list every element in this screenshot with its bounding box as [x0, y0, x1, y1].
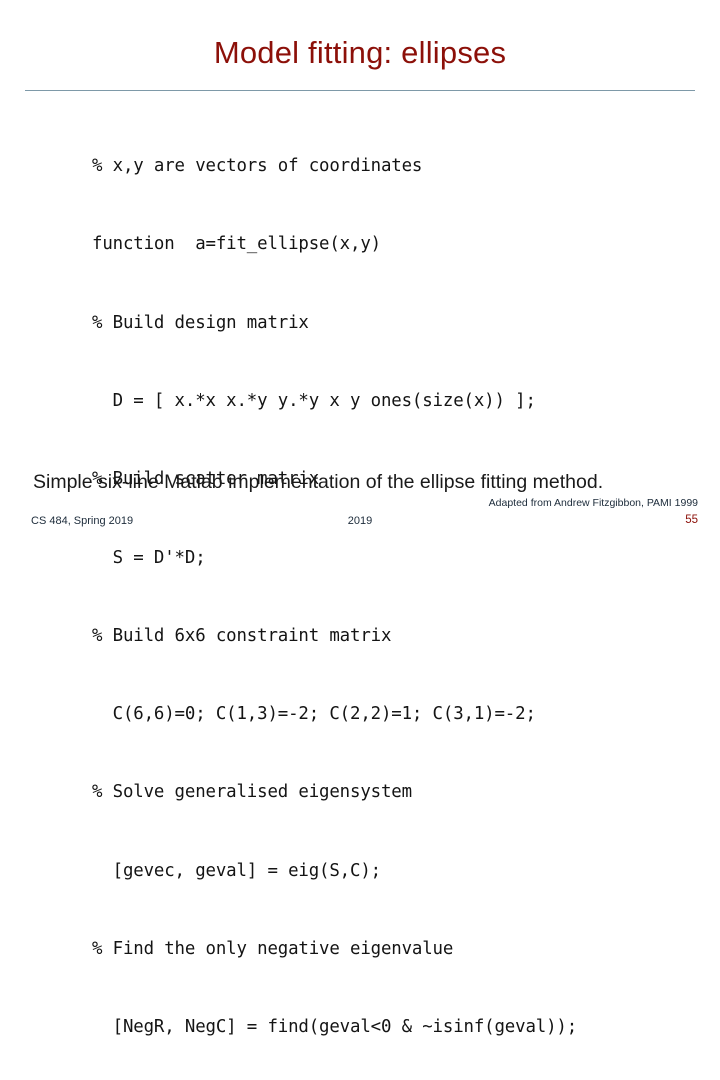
code-line: C(6,6)=0; C(1,3)=-2; C(2,2)=1; C(3,1)=-2… — [92, 704, 536, 725]
code-line: % Build design matrix — [92, 312, 309, 333]
footer-page-number: 55 — [685, 514, 698, 526]
code-line: function a=fit_ellipse(x,y) — [92, 234, 381, 255]
code-block: % x,y are vectors of coordinates functio… — [92, 101, 652, 1080]
code-line: S = D'*D; — [92, 547, 206, 568]
code-line: % Find the only negative eigenvalue — [92, 939, 454, 959]
code-line: [NegR, NegC] = find(geval<0 & ~isinf(gev… — [92, 1017, 578, 1038]
figure-caption: Simple six-line Matlab implementation of… — [33, 471, 604, 493]
code-line: % Solve generalised eigensystem — [92, 782, 412, 803]
page-title: Model fitting: ellipses — [213, 35, 507, 70]
code-line: [gevec, geval] = eig(S,C); — [92, 860, 381, 881]
source-attribution: Adapted from Andrew Fitzgibbon, PAMI 199… — [488, 497, 698, 509]
slide-canvas: Model fitting: ellipses % x,y are vector… — [0, 0, 720, 1037]
title-divider — [25, 90, 695, 91]
code-line: D = [ x.*x x.*y y.*y x y ones(size(x)) ]… — [92, 391, 536, 412]
footer-year-label: 2019 — [347, 515, 373, 527]
code-line: % Build 6x6 constraint matrix — [92, 625, 392, 646]
code-line: % x,y are vectors of coordinates — [92, 156, 423, 177]
